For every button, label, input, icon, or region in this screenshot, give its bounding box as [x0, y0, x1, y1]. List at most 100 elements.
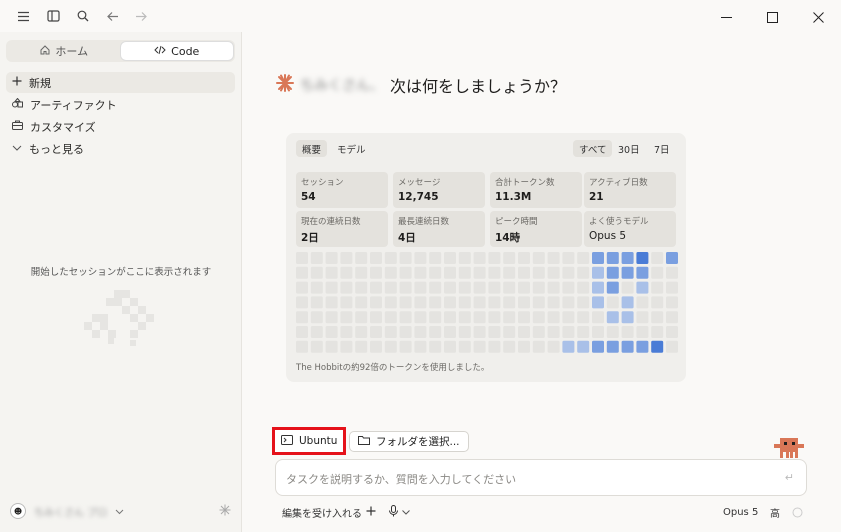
heatmap-cell	[473, 311, 486, 324]
heatmap-cell	[399, 340, 412, 353]
heatmap-cell	[666, 340, 678, 353]
stat-card-current-streak: 現在の連続日数 2日	[296, 211, 388, 247]
artifact-icon	[12, 97, 23, 111]
empty-state-illustration	[84, 290, 154, 346]
heatmap-cell	[562, 326, 575, 338]
heatmap-cell	[577, 266, 590, 279]
task-input[interactable]: タスクを説明するか、質問を入力してください ↵	[275, 459, 807, 496]
heatmap-cell	[606, 252, 619, 264]
heatmap-cell	[384, 252, 397, 264]
sidebar-item-new[interactable]: 新規	[6, 72, 235, 93]
user-menu[interactable]: ☻ ちみくさん プロ	[6, 500, 235, 522]
stat-card-messages: メッセージ 12,745	[393, 172, 485, 208]
heatmap-cell	[592, 266, 604, 279]
stat-label: メッセージ	[398, 178, 441, 188]
heatmap-cell	[444, 311, 456, 324]
enter-icon[interactable]: ↵	[785, 471, 794, 484]
environment-chip[interactable]: Ubuntu	[272, 427, 347, 455]
code-icon	[154, 45, 166, 58]
tab-models[interactable]: モデル	[331, 140, 372, 157]
heatmap-cell	[636, 266, 649, 279]
voice-input-button[interactable]	[389, 503, 410, 521]
spark-icon	[276, 74, 294, 96]
heatmap-cell	[414, 326, 427, 338]
range-30d[interactable]: 30日	[612, 140, 646, 157]
stat-value: 11.3M	[495, 191, 532, 203]
heatmap-cell	[547, 311, 560, 324]
heatmap-cell	[562, 281, 575, 294]
heatmap-cell	[399, 296, 412, 309]
heatmap-cell	[651, 266, 664, 279]
activity-heatmap	[296, 252, 678, 353]
heatmap-cell	[532, 266, 545, 279]
heatmap-cell	[310, 266, 323, 279]
heatmap-cell	[577, 252, 590, 264]
tab-code[interactable]: Code	[120, 42, 233, 60]
sidebar-toggle-icon[interactable]	[43, 6, 63, 26]
range-7d[interactable]: 7日	[648, 140, 676, 157]
heatmap-cell	[518, 326, 530, 338]
heatmap-cell	[606, 281, 619, 294]
stat-label: 合計トークン数	[495, 178, 555, 188]
heatmap-cell	[518, 296, 530, 309]
heatmap-cell	[444, 266, 456, 279]
heatmap-cell	[518, 340, 530, 353]
folder-select-button[interactable]: フォルダを選択...	[349, 431, 469, 452]
heatmap-cell	[503, 340, 516, 353]
range-all[interactable]: すべて	[573, 140, 613, 157]
heatmap-cell	[429, 281, 442, 294]
heatmap-cell	[473, 340, 486, 353]
maximize-icon[interactable]	[752, 4, 792, 30]
heatmap-cell	[310, 340, 323, 353]
heatmap-cell	[414, 252, 427, 264]
back-arrow-icon[interactable]	[102, 6, 122, 26]
heatmap-cell	[606, 266, 619, 279]
heatmap-cell	[355, 340, 368, 353]
avatar: ☻	[10, 503, 26, 519]
heatmap-cell	[651, 296, 664, 309]
heatmap-cell	[636, 296, 649, 309]
heatmap-cell	[296, 311, 308, 324]
microphone-icon	[389, 504, 398, 520]
tab-home[interactable]: ホーム	[8, 42, 121, 60]
heatmap-cell	[651, 326, 664, 338]
heatmap-cell	[444, 252, 456, 264]
heatmap-cell	[444, 340, 456, 353]
briefcase-icon	[12, 120, 23, 133]
minimize-icon[interactable]	[706, 4, 746, 30]
stat-card-longest-streak: 最長連続日数 4日	[393, 211, 485, 247]
heatmap-cell	[488, 281, 501, 294]
heatmap-cell	[547, 340, 560, 353]
sidebar-item-more[interactable]: もっと見る	[6, 138, 235, 159]
sidebar-item-artifacts[interactable]: アーティファクト	[6, 94, 235, 115]
heatmap-cell	[636, 252, 649, 264]
heatmap-cell	[562, 252, 575, 264]
accept-edits-toggle[interactable]: 編集を受け入れる	[282, 503, 362, 521]
heatmap-cell	[340, 311, 353, 324]
menu-icon[interactable]	[13, 6, 33, 26]
heatmap-cell	[444, 326, 456, 338]
heatmap-cell	[621, 326, 634, 338]
forward-arrow-icon[interactable]	[131, 6, 151, 26]
sidebar-item-customize[interactable]: カスタマイズ	[6, 116, 235, 137]
heatmap-cell	[547, 326, 560, 338]
model-selector[interactable]: Opus 5	[723, 503, 758, 521]
close-icon[interactable]	[798, 4, 838, 30]
heatmap-cell	[503, 252, 516, 264]
title-bar	[0, 0, 841, 32]
stat-card-active-days: アクティブ日数 21	[584, 172, 676, 208]
heatmap-cell	[503, 326, 516, 338]
settings-sparkle-icon[interactable]	[219, 504, 231, 519]
heatmap-cell	[503, 281, 516, 294]
effort-selector[interactable]: 高	[770, 503, 780, 521]
plus-icon	[12, 76, 22, 89]
heatmap-cell	[384, 326, 397, 338]
tab-overview[interactable]: 概要	[296, 140, 328, 157]
stat-card-total-tokens: 合計トークン数 11.3M	[490, 172, 582, 208]
heatmap-cell	[399, 326, 412, 338]
heatmap-cell	[547, 252, 560, 264]
add-attachment-button[interactable]	[366, 503, 376, 521]
search-icon[interactable]	[73, 6, 93, 26]
heatmap-cell	[325, 266, 338, 279]
heatmap-cell	[577, 311, 590, 324]
